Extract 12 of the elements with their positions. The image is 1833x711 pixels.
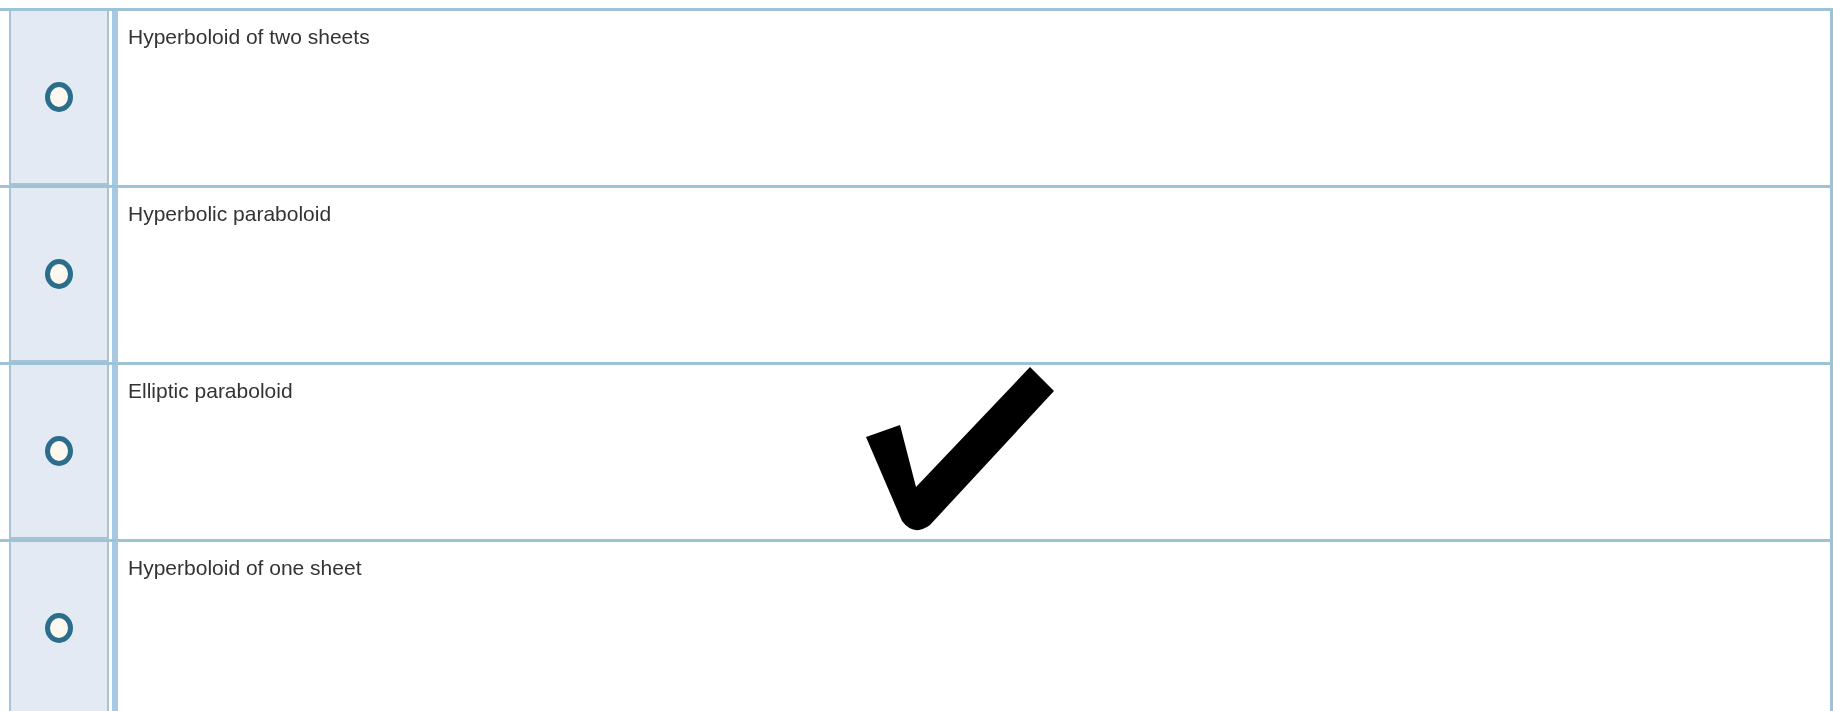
option-label: Elliptic paraboloid [128, 379, 293, 403]
radio-button[interactable] [45, 82, 73, 112]
radio-button[interactable] [45, 613, 73, 643]
answer-option[interactable]: Hyperboloid of two sheets [112, 11, 1833, 185]
option-label: Hyperboloid of one sheet [128, 556, 362, 580]
answer-option[interactable]: Elliptic paraboloid [112, 365, 1833, 539]
answer-option[interactable]: Hyperboloid of one sheet [112, 542, 1833, 711]
answer-option[interactable]: Hyperbolic paraboloid [112, 188, 1833, 362]
radio-button[interactable] [45, 436, 73, 466]
radio-button[interactable] [45, 259, 73, 289]
option-label: Hyperbolic paraboloid [128, 202, 332, 226]
option-label: Hyperboloid of two sheets [128, 25, 370, 49]
